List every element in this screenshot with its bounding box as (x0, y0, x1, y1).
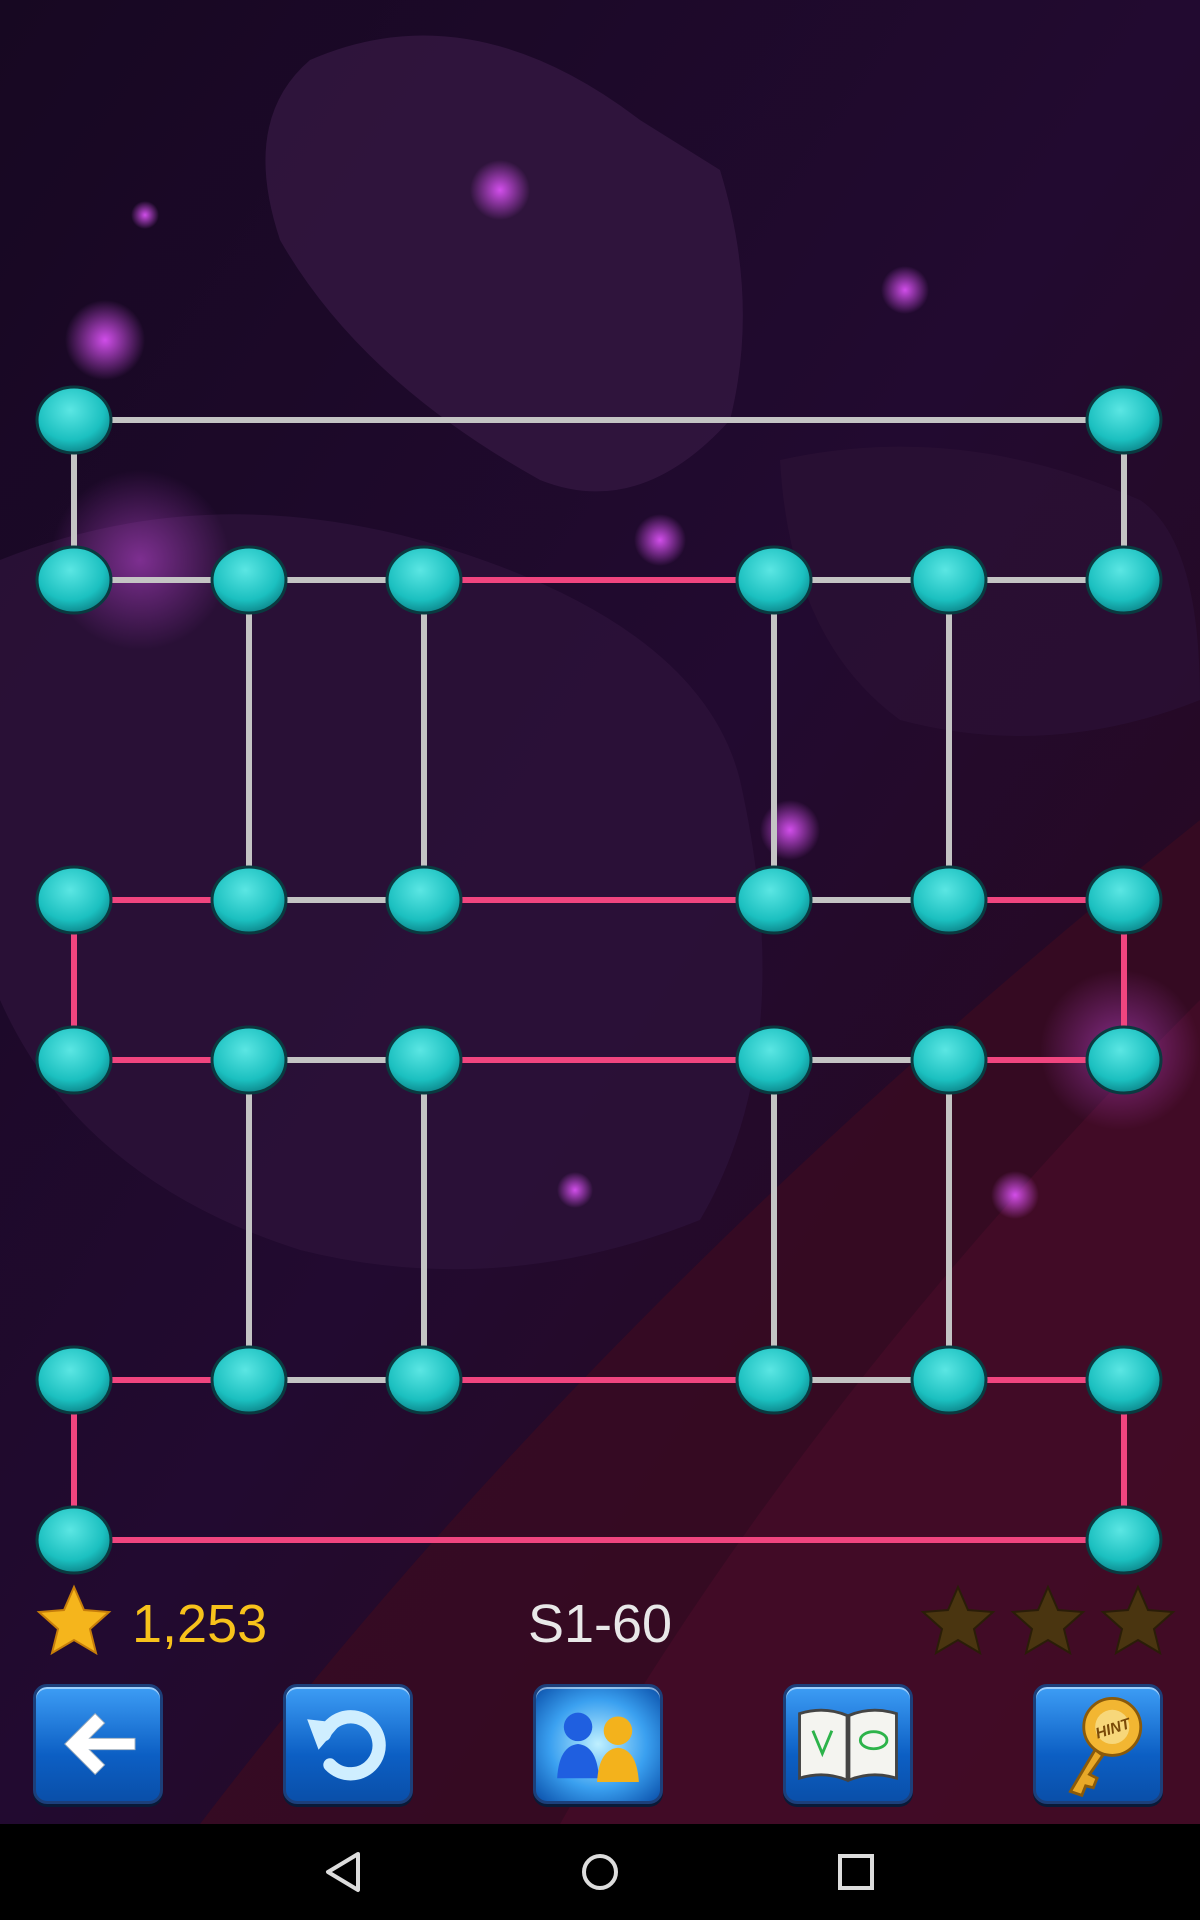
two-players-icon (557, 1712, 639, 1782)
board-node[interactable] (385, 1025, 463, 1095)
board-node[interactable] (910, 865, 988, 935)
system-navigation-bar (0, 1824, 1200, 1920)
board-node[interactable] (35, 1025, 113, 1095)
back-button[interactable] (33, 1684, 163, 1804)
board-node[interactable] (210, 1345, 288, 1415)
triangle-back-icon (326, 1852, 360, 1892)
undo-icon (307, 1710, 386, 1781)
hint-button[interactable]: HINT (1033, 1684, 1163, 1804)
board-node[interactable] (35, 545, 113, 615)
board-node[interactable] (210, 1025, 288, 1095)
undo-button[interactable] (283, 1684, 413, 1804)
board-node[interactable] (35, 865, 113, 935)
board-node[interactable] (910, 1345, 988, 1415)
hint-key-icon: HINT (1068, 1696, 1143, 1798)
board-node[interactable] (210, 865, 288, 935)
board-node[interactable] (1085, 385, 1163, 455)
board-node[interactable] (1085, 545, 1163, 615)
circle-home-icon (582, 1854, 618, 1890)
board-node[interactable] (385, 545, 463, 615)
game-toolbar: HINT (0, 1680, 1200, 1810)
score-value: 1,253 (132, 1594, 268, 1654)
board-node[interactable] (735, 545, 813, 615)
board-node[interactable] (1085, 1345, 1163, 1415)
nav-home-button[interactable] (570, 1842, 630, 1902)
board-node[interactable] (735, 865, 813, 935)
board-node[interactable] (735, 1345, 813, 1415)
board-node[interactable] (1085, 865, 1163, 935)
board-node[interactable] (910, 1025, 988, 1095)
open-book-icon (798, 1708, 898, 1783)
board-node[interactable] (35, 385, 113, 455)
rating-star-3-icon (1100, 1584, 1176, 1656)
nav-back-button[interactable] (314, 1842, 374, 1902)
level-rating (920, 1584, 1176, 1656)
board-node[interactable] (385, 1345, 463, 1415)
square-recents-icon (838, 1854, 874, 1890)
puzzle-board[interactable] (0, 0, 1200, 1580)
guide-button[interactable] (783, 1684, 913, 1804)
level-label: S1-60 (527, 1594, 673, 1654)
nav-recents-button[interactable] (826, 1842, 886, 1902)
board-node[interactable] (210, 545, 288, 615)
score-star-icon (36, 1584, 112, 1656)
board-node[interactable] (385, 865, 463, 935)
board-node[interactable] (910, 545, 988, 615)
arrow-left-icon (64, 1712, 136, 1776)
multiplayer-button[interactable] (533, 1684, 663, 1804)
board-node[interactable] (1085, 1505, 1163, 1575)
rating-star-2-icon (1010, 1584, 1086, 1656)
board-node[interactable] (1085, 1025, 1163, 1095)
rating-star-1-icon (920, 1584, 996, 1656)
board-node[interactable] (35, 1505, 113, 1575)
board-node[interactable] (35, 1345, 113, 1415)
board-node[interactable] (735, 1025, 813, 1095)
